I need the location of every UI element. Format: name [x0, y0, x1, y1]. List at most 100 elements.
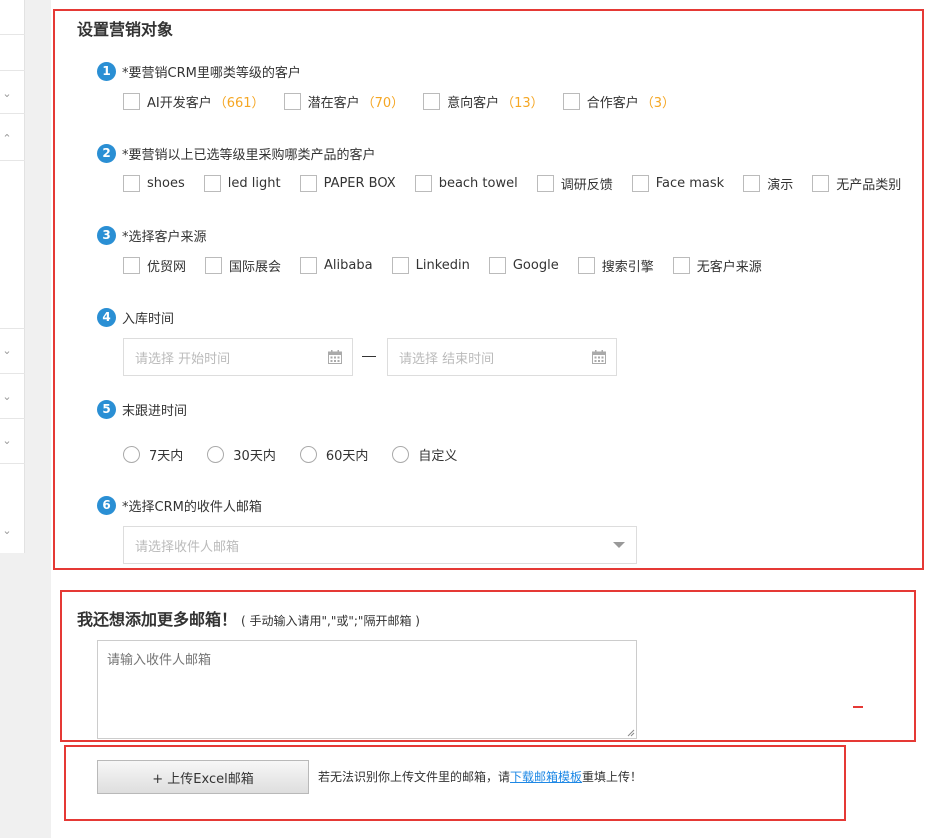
more-emails-textarea[interactable]	[97, 640, 637, 739]
upload-excel-button[interactable]: + 上传Excel邮箱	[97, 760, 309, 794]
chevron-down-icon[interactable]: ⌄	[0, 390, 14, 404]
upload-hint-text-end: 重填上传！	[582, 770, 643, 784]
step-label: 入库时间	[122, 311, 175, 327]
checkbox-partner-customer[interactable]: 合作客户 （3）	[562, 92, 675, 111]
checkbox[interactable]	[536, 174, 554, 192]
checkbox[interactable]	[812, 174, 830, 192]
calendar-icon[interactable]	[328, 350, 342, 364]
start-date-input[interactable]: 请选择 开始时间	[123, 338, 353, 376]
checkbox[interactable]	[123, 92, 140, 110]
customer-level-options: AI开发客户 （661） 潜在客户 （70） 意向客户 （13） 合作客户 （3）	[123, 91, 694, 111]
checkbox-product-no-category[interactable]: 无产品类别	[812, 174, 901, 193]
checkbox-product-shoes[interactable]: shoes	[123, 174, 185, 192]
checkbox-label: 意向客户	[447, 95, 500, 111]
chevron-down-icon[interactable]: ⌄	[0, 344, 14, 358]
end-date-input[interactable]: 请选择 结束时间	[387, 338, 617, 376]
more-emails-title: 我还想添加更多邮箱！	[77, 610, 238, 629]
checkbox-label: shoes	[147, 175, 185, 191]
chevron-down-icon[interactable]: ⌄	[0, 434, 14, 448]
customer-source-options: 优贸网 国际展会 Alibaba Linkedin Google 搜索引擎 无客…	[123, 255, 781, 275]
step-number-badge: 6	[97, 495, 116, 515]
step-3-header: 3 *选择客户来源	[97, 225, 207, 245]
checkbox-label: 调研反馈	[560, 177, 613, 193]
chevron-down-icon[interactable]: ⌄	[0, 87, 14, 101]
step-number-badge: 1	[97, 61, 116, 81]
radio-button[interactable]	[123, 445, 140, 463]
checkbox[interactable]	[423, 92, 441, 110]
checkbox-product-survey-feedback[interactable]: 调研反馈	[536, 174, 613, 193]
checkbox-label: 无产品类别	[836, 177, 902, 193]
radio-button[interactable]	[299, 445, 317, 463]
checkbox[interactable]	[562, 92, 580, 110]
checkbox[interactable]	[123, 256, 140, 274]
checkbox-source-google[interactable]: Google	[488, 256, 559, 274]
checkbox[interactable]	[391, 256, 409, 274]
checkbox[interactable]	[299, 174, 317, 192]
step-label: *选择客户来源	[122, 229, 207, 245]
checkbox-label: PAPER BOX	[323, 175, 396, 191]
checkbox[interactable]	[743, 174, 761, 192]
checkbox-product-face-mask[interactable]: Face mask	[631, 174, 725, 192]
checkbox[interactable]	[631, 174, 649, 192]
checkbox-label: Google	[512, 257, 559, 273]
step-2-header: 2 *要营销以上已选等级里采购哪类产品的客户	[97, 143, 376, 163]
checkbox-source-linkedin[interactable]: Linkedin	[391, 256, 470, 274]
checkbox-source-alibaba[interactable]: Alibaba	[300, 256, 373, 274]
checkbox-label: Alibaba	[324, 257, 373, 273]
start-date-placeholder: 请选择 开始时间	[135, 351, 231, 367]
caret-down-icon[interactable]	[613, 542, 625, 548]
checkbox-source-none[interactable]: 无客户来源	[672, 256, 762, 275]
radio-custom[interactable]: 自定义	[392, 445, 457, 464]
radio-button[interactable]	[392, 445, 410, 463]
sidebar-divider	[0, 160, 25, 161]
checkbox-label: AI开发客户	[147, 95, 212, 111]
checkbox[interactable]	[203, 174, 221, 192]
checkbox-source-search-engine[interactable]: 搜索引擎	[577, 256, 654, 275]
checkbox-ai-customer[interactable]: AI开发客户 （661）	[123, 92, 265, 111]
chevron-up-icon[interactable]: ⌃	[0, 132, 14, 146]
more-emails-hint: ( 手动输入请用","或";"隔开邮箱 )	[241, 614, 420, 628]
step-label: 末跟进时间	[122, 403, 188, 419]
checkbox-product-beach-towel[interactable]: beach towel	[414, 174, 518, 192]
sidebar-divider	[0, 373, 25, 374]
checkbox[interactable]	[283, 92, 301, 110]
radio-button[interactable]	[207, 445, 225, 463]
checkbox-source-youmao[interactable]: 优贸网	[123, 256, 186, 275]
checkbox[interactable]	[414, 174, 432, 192]
checkbox-source-expo[interactable]: 国际展会	[205, 256, 281, 275]
checkbox-label: 合作客户	[586, 95, 639, 111]
checkbox[interactable]	[672, 256, 690, 274]
step-number-badge: 3	[97, 225, 116, 245]
checkbox[interactable]	[488, 256, 506, 274]
calendar-icon[interactable]	[592, 350, 606, 364]
section-title: 设置营销对象	[77, 20, 174, 39]
checkbox-product-demo[interactable]: 演示	[743, 174, 793, 193]
checkbox-product-led-light[interactable]: led light	[203, 174, 281, 192]
followup-time-options: 7天内 30天内 60天内 自定义	[123, 444, 481, 464]
resize-grip-icon[interactable]	[626, 728, 635, 737]
step-1-header: 1 *要营销CRM里哪类等级的客户	[97, 61, 301, 81]
checkbox-label: Face mask	[655, 175, 725, 191]
checkbox[interactable]	[205, 256, 223, 274]
radio-7-days[interactable]: 7天内	[123, 445, 183, 464]
radio-label: 7天内	[149, 448, 184, 464]
chevron-down-icon[interactable]: ⌄	[0, 524, 14, 538]
checkbox-potential-customer[interactable]: 潜在客户 （70）	[283, 92, 404, 111]
checkbox-label: led light	[227, 175, 281, 191]
recipient-email-select[interactable]: 请选择收件人邮箱	[123, 526, 637, 564]
checkbox-product-paper-box[interactable]: PAPER BOX	[299, 174, 396, 192]
radio-60-days[interactable]: 60天内	[299, 445, 368, 464]
date-range-separator	[362, 356, 376, 357]
more-emails-heading: 我还想添加更多邮箱！ ( 手动输入请用","或";"隔开邮箱 )	[77, 606, 420, 630]
step-number-badge: 2	[97, 143, 116, 163]
checkbox-intent-customer[interactable]: 意向客户 （13）	[423, 92, 544, 111]
download-template-link[interactable]: 下载邮箱模板	[510, 770, 582, 784]
radio-30-days[interactable]: 30天内	[207, 445, 276, 464]
checkbox[interactable]	[300, 256, 318, 274]
sidebar-divider	[0, 113, 25, 114]
checkbox-label: 优贸网	[147, 259, 187, 275]
customer-count: （661）	[213, 95, 265, 111]
step-4-header: 4 入库时间	[97, 307, 174, 327]
checkbox[interactable]	[123, 174, 140, 192]
checkbox[interactable]	[577, 256, 595, 274]
